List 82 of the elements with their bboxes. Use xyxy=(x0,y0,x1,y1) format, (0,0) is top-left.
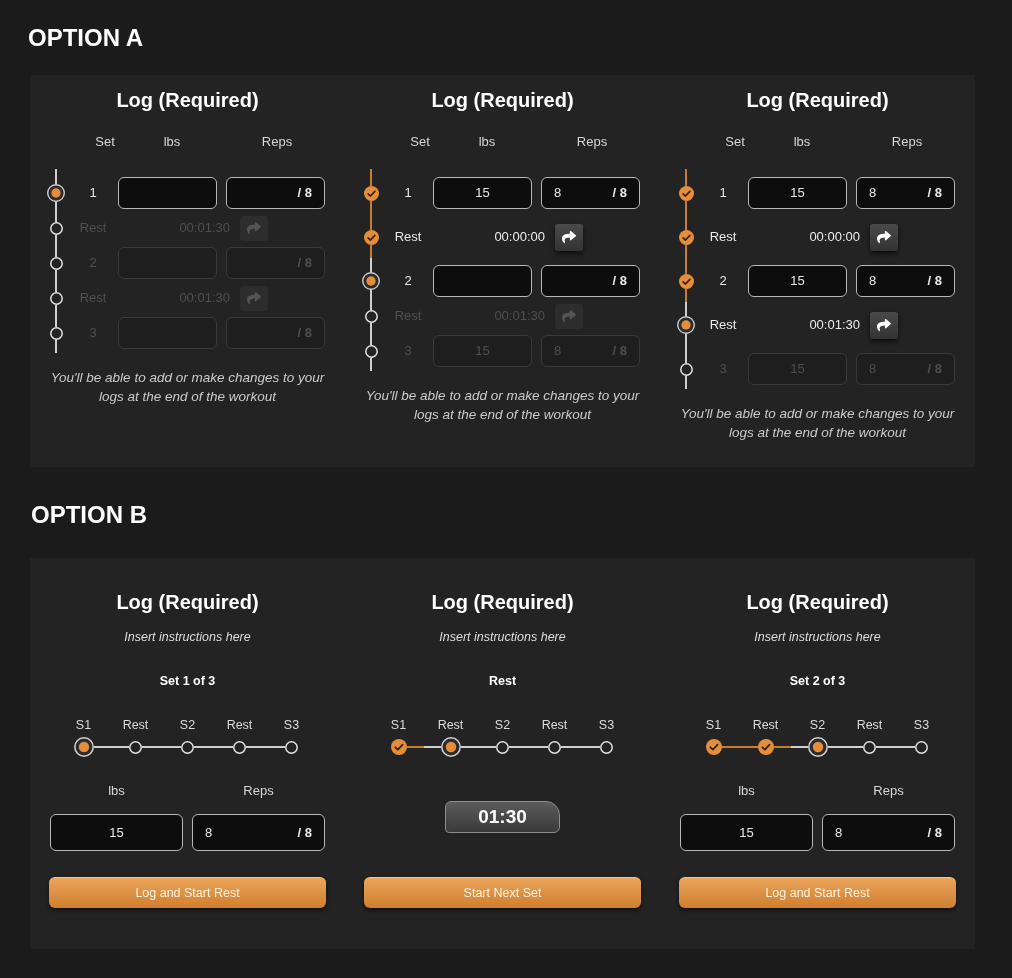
footnote-text: You'll be able to add or make changes to your logs at the end of the workout xyxy=(364,387,641,424)
phase-label: Set 2 of 3 xyxy=(789,673,846,689)
phase-label: Set 1 of 3 xyxy=(159,673,216,689)
column-header: Reps xyxy=(261,133,293,152)
share-arrow-icon xyxy=(562,230,576,244)
set-number: 1 xyxy=(89,184,97,203)
phase-label: Rest xyxy=(488,673,517,689)
column-header: Reps xyxy=(576,133,608,152)
skip-button[interactable] xyxy=(870,223,898,251)
share-arrow-icon xyxy=(877,318,891,332)
reps-input[interactable]: 8 / 8 xyxy=(192,814,325,851)
step-label: Rest xyxy=(122,717,149,733)
lbs-input[interactable]: 15 xyxy=(748,265,847,297)
reps-input[interactable]: 8 / 8 xyxy=(856,177,955,209)
reps-input[interactable]: / 8 xyxy=(541,265,640,297)
share-arrow-icon xyxy=(877,230,891,244)
lbs-input[interactable] xyxy=(118,247,217,279)
reps-input[interactable]: 8 / 8 xyxy=(856,265,955,297)
step-label: Rest xyxy=(437,717,464,733)
card-title: Log (Required) xyxy=(431,88,574,112)
card-title: Log (Required) xyxy=(431,590,574,614)
card-title: Log (Required) xyxy=(116,88,259,112)
rest-label: Rest xyxy=(709,316,737,335)
step-label: S1 xyxy=(75,717,92,733)
step-label: S3 xyxy=(913,717,930,733)
lbs-input[interactable] xyxy=(433,265,532,297)
set-number: 2 xyxy=(719,272,727,291)
step-label: S3 xyxy=(283,717,300,733)
reps-input[interactable]: 8 / 8 xyxy=(822,814,955,851)
card-title: Log (Required) xyxy=(746,88,889,112)
set-number: 2 xyxy=(404,272,412,291)
footnote-text: You'll be able to add or make changes to your logs at the end of the workout xyxy=(49,369,326,406)
set-number: 1 xyxy=(404,184,412,203)
instructions-text: Insert instructions here xyxy=(754,629,881,645)
step-label: S2 xyxy=(494,717,511,733)
step-label: Rest xyxy=(752,717,779,733)
footnote-text: You'll be able to add or make changes to your logs at the end of the workout xyxy=(679,405,956,442)
reps-input[interactable]: / 8 xyxy=(226,177,325,209)
timer-display: 01:30 xyxy=(445,801,560,833)
rest-timer: 00:00:00 xyxy=(809,228,860,247)
step-label: Rest xyxy=(541,717,568,733)
lbs-label: lbs xyxy=(108,783,125,799)
card-title: Log (Required) xyxy=(116,590,259,614)
lbs-input[interactable]: 15 xyxy=(680,814,813,851)
section-heading: OPTION B xyxy=(31,500,147,529)
column-header: Set xyxy=(95,133,115,152)
column-header: lbs xyxy=(478,133,496,152)
skip-button[interactable] xyxy=(555,223,583,251)
instructions-text: Insert instructions here xyxy=(124,629,251,645)
lbs-input[interactable] xyxy=(118,177,217,209)
card-title: Log (Required) xyxy=(746,590,889,614)
rest-timer: 00:00:00 xyxy=(494,228,545,247)
lbs-input[interactable]: 15 xyxy=(50,814,183,851)
reps-input[interactable]: 8 / 8 xyxy=(541,177,640,209)
rest-timer: 00:01:30 xyxy=(809,316,860,335)
step-label: S2 xyxy=(809,717,826,733)
rest-label: Rest xyxy=(394,228,422,247)
set-number: 1 xyxy=(719,184,727,203)
share-arrow-icon xyxy=(247,221,261,235)
column-header: lbs xyxy=(163,133,181,152)
instructions-text: Insert instructions here xyxy=(439,629,566,645)
step-label: S1 xyxy=(705,717,722,733)
reps-label: Reps xyxy=(243,783,274,799)
rest-label: Rest xyxy=(709,228,737,247)
lbs-input[interactable] xyxy=(118,317,217,349)
reps-label: Reps xyxy=(873,783,904,799)
step-label: Rest xyxy=(856,717,883,733)
step-label: S2 xyxy=(179,717,196,733)
column-header: Reps xyxy=(891,133,923,152)
section-heading: OPTION A xyxy=(28,23,144,52)
share-arrow-icon xyxy=(562,309,576,323)
skip-button[interactable] xyxy=(870,311,898,339)
lbs-label: lbs xyxy=(738,783,755,799)
share-arrow-icon xyxy=(247,291,261,305)
step-label: S1 xyxy=(390,717,407,733)
column-header: Set xyxy=(725,133,745,152)
column-header: Set xyxy=(410,133,430,152)
lbs-input[interactable]: 15 xyxy=(748,177,847,209)
lbs-input[interactable]: 15 xyxy=(433,177,532,209)
column-header: lbs xyxy=(793,133,811,152)
step-label: S3 xyxy=(598,717,615,733)
step-label: Rest xyxy=(226,717,253,733)
